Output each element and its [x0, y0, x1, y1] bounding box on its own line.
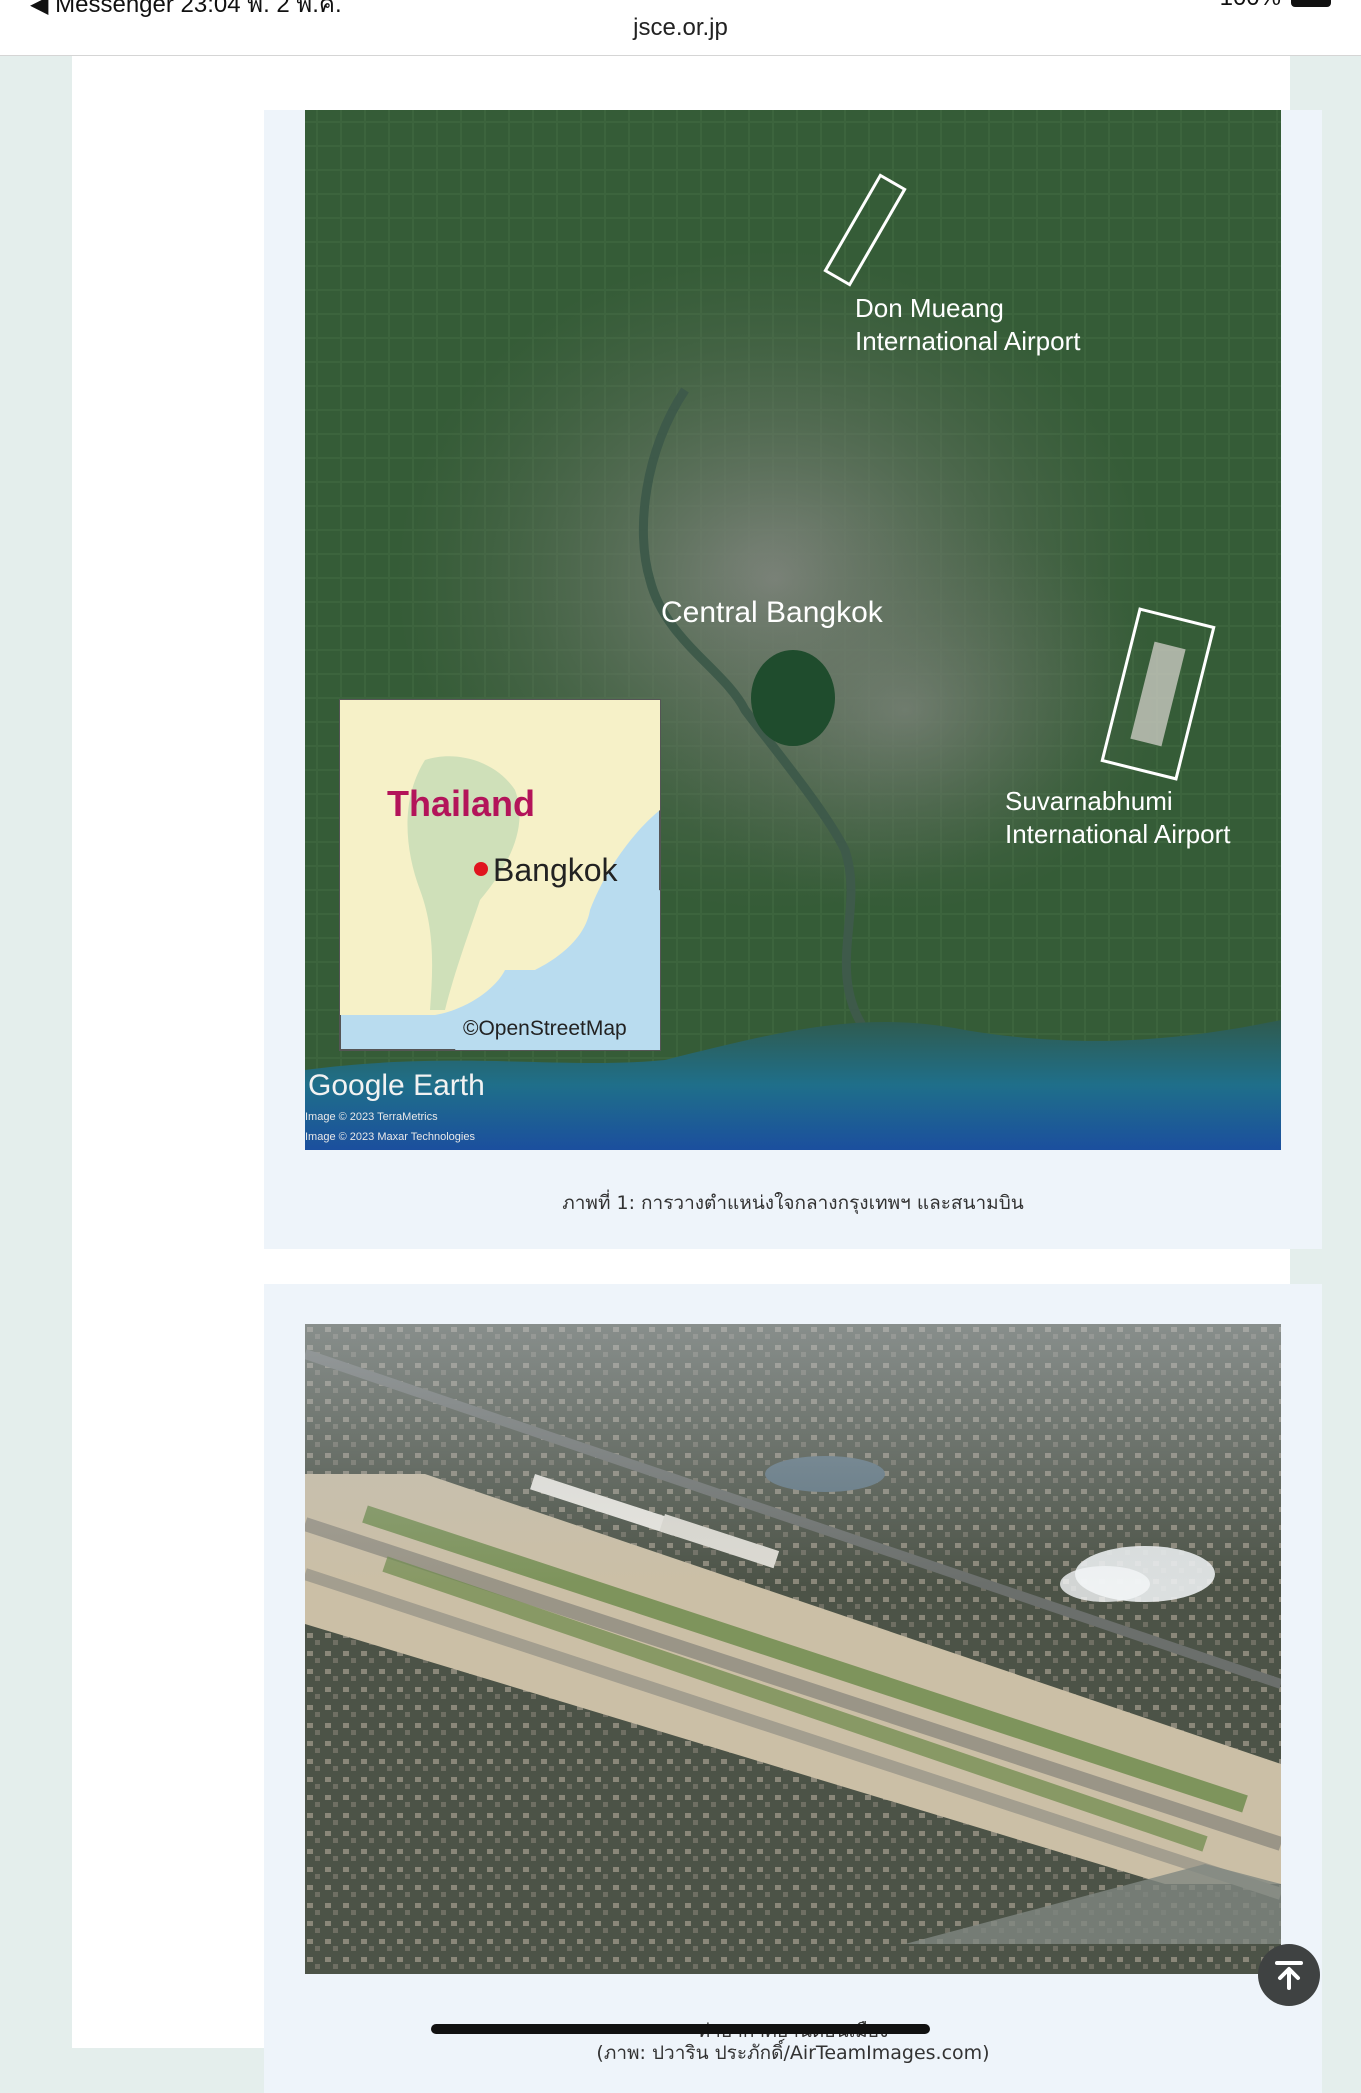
article-page: Don Mueang International Airport Central…	[72, 55, 1322, 2093]
thailand-label: Thailand	[387, 783, 535, 824]
imagery-credit-2: Image © 2023 Maxar Technologies	[305, 1131, 475, 1143]
bangkok-marker-icon	[474, 862, 488, 876]
browser-topbar: ◀ Messenger 23:04 พ. 2 พ.ค. 100% jsce.or…	[0, 0, 1361, 56]
osm-credit: ©OpenStreetMap	[463, 1017, 627, 1040]
figure-2-caption-credit: (ภาพ: ปวาริน ประภักดิ์/AirTeamImages.com…	[596, 2042, 990, 2064]
arrow-up-to-top-icon	[1275, 1961, 1303, 1990]
figure-1-card: Don Mueang International Airport Central…	[264, 110, 1322, 1249]
figure-2-card: ท่าอากาศยานดอนเมือง (ภาพ: ปวาริน ประภักด…	[264, 1284, 1322, 2093]
battery-icon	[1291, 0, 1331, 7]
imagery-credit-1: Image © 2023 TerraMetrics	[305, 1111, 438, 1123]
don-mueang-label-2: International Airport	[855, 326, 1081, 356]
battery-percent: 100%	[1220, 0, 1281, 12]
status-bar-right: 100%	[1220, 0, 1331, 12]
figure-1-caption: ภาพที่ 1: การวางตำแหน่งใจกลางกรุงเทพฯ แล…	[562, 1192, 1024, 1214]
bangkok-label: Bangkok	[493, 852, 619, 888]
address-bar-url[interactable]: jsce.or.jp	[0, 14, 1361, 42]
bangkok-satellite-map: Don Mueang International Airport Central…	[305, 110, 1281, 1150]
suvarnabhumi-label-1: Suvarnabhumi	[1005, 786, 1173, 816]
thailand-inset-map: Thailand Bangkok ©OpenStreetMap	[339, 699, 661, 1051]
scroll-to-top-button[interactable]	[1258, 1944, 1320, 2006]
central-bangkok-label: Central Bangkok	[661, 596, 884, 629]
satellite-map-graphic: Don Mueang International Airport Central…	[305, 110, 1281, 1150]
google-earth-logo: Google Earth	[308, 1069, 485, 1102]
don-mueang-label-1: Don Mueang	[855, 293, 1004, 323]
don-mueang-aerial-photo	[305, 1324, 1281, 1974]
suvarnabhumi-label-2: International Airport	[1005, 819, 1231, 849]
aerial-photo-graphic	[305, 1324, 1281, 1974]
home-indicator[interactable]	[431, 2024, 930, 2034]
